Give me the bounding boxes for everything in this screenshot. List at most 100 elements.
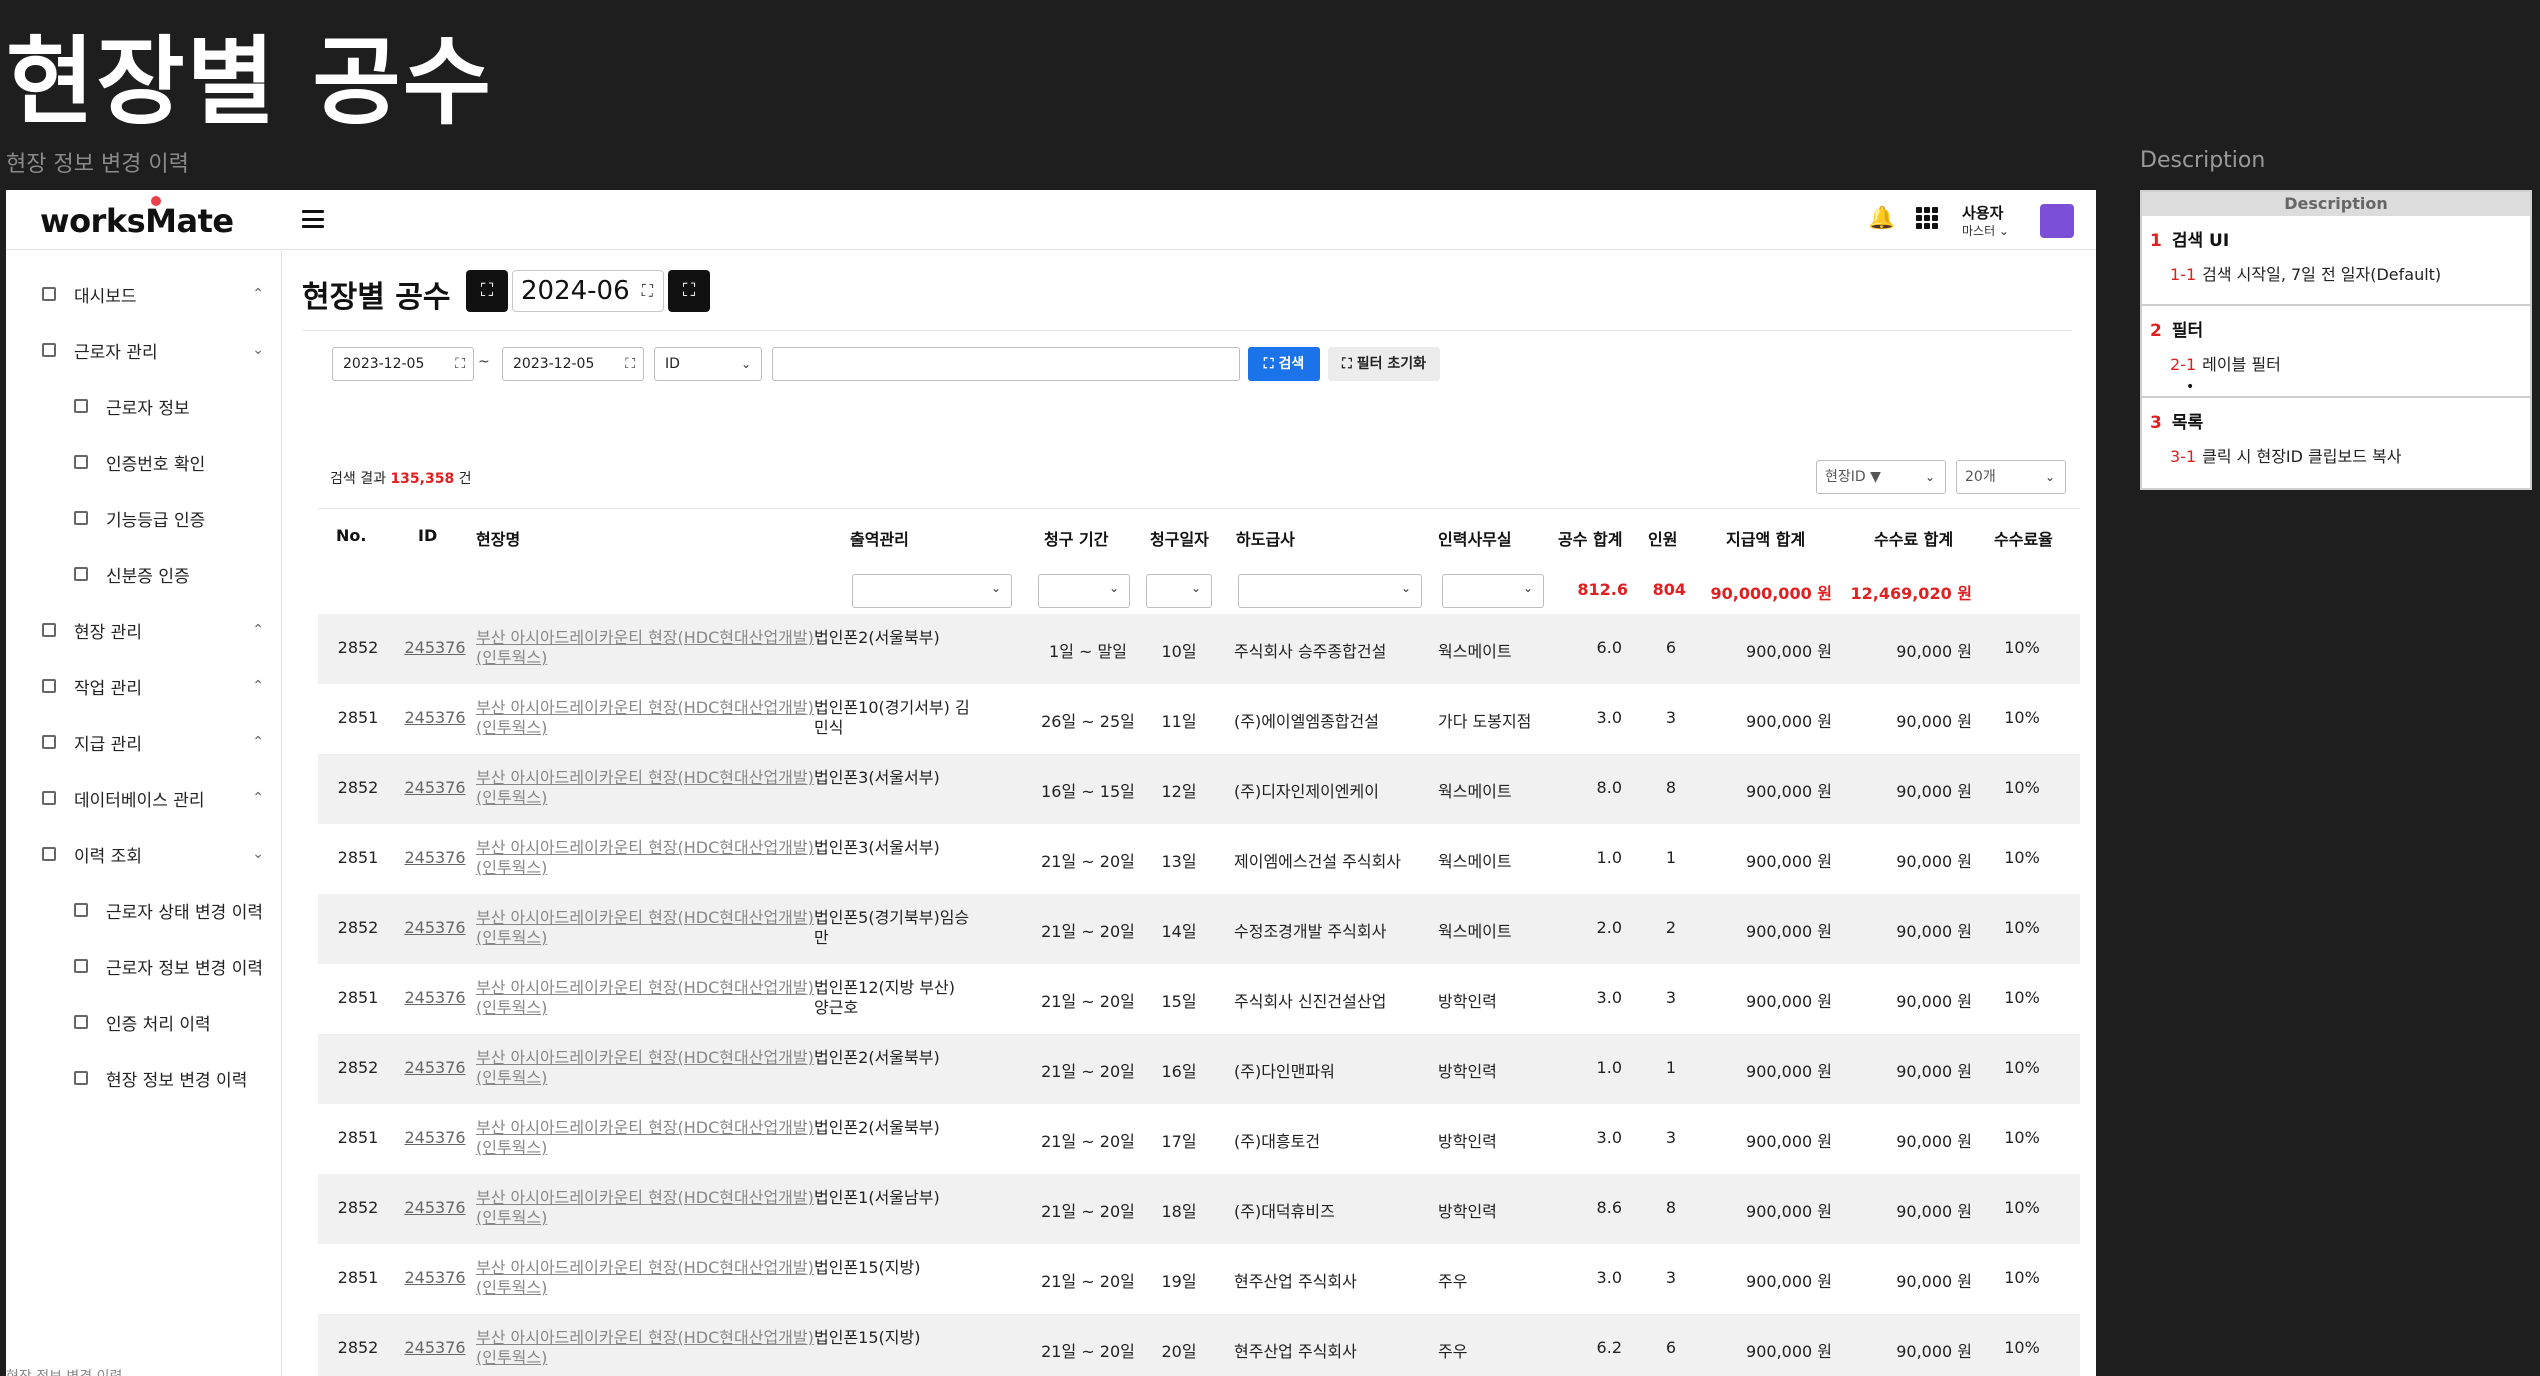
cell-fee: 90,000 원 xyxy=(1896,1272,1972,1291)
user-name[interactable]: 사용자 xyxy=(1962,202,2003,223)
sidebar-item-site-info-history[interactable]: 현장 정보 변경 이력 xyxy=(6,1058,282,1098)
cell-bill-period: 21일 ~ 20일 xyxy=(1041,992,1135,1011)
table-row[interactable]: 2852 245376 부산 아시아드레이카운티 현장(HDC현대산업개발)(인투웍… xyxy=(318,1174,2080,1244)
cell-site-name: 부산 아시아드레이카운티 현장(HDC현대산업개발)(인투웍스) xyxy=(476,628,814,667)
sidebar-item-skill-grade[interactable]: 기능등급 인증 xyxy=(6,498,282,538)
cell-people: 2 xyxy=(1665,918,1676,937)
sidebar-item-dashboard[interactable]: 대시보드 ⌃ xyxy=(6,274,282,314)
col-header-attendance: 출역관리 xyxy=(850,530,909,549)
attendance-filter-select[interactable]: ⌄ xyxy=(852,574,1012,608)
cell-site-id[interactable]: 245376 xyxy=(400,1058,470,1077)
sidebar-item-auth-history[interactable]: 인증 처리 이력 xyxy=(6,1002,282,1042)
search-field-select[interactable]: ID ⌄ xyxy=(654,347,762,381)
bell-icon[interactable]: 🔔 xyxy=(1868,206,1895,232)
sidebar-item-worker-info[interactable]: 근로자 정보 xyxy=(6,386,282,426)
table-row[interactable]: 2852 245376 부산 아시아드레이카운티 현장(HDC현대산업개발)(인투웍… xyxy=(318,1034,2080,1104)
cell-no: 2852 xyxy=(337,638,379,657)
table-row[interactable]: 2852 245376 부산 아시아드레이카운티 현장(HDC현대산업개발)(인투웍… xyxy=(318,614,2080,684)
bill-period-filter-select[interactable]: ⌄ xyxy=(1038,574,1130,608)
cell-attendance: 법인폰2(서울북부) xyxy=(814,1118,940,1137)
cell-site-id[interactable]: 245376 xyxy=(400,1268,470,1287)
chevron-down-icon: ⌄ xyxy=(252,342,264,358)
table-row[interactable]: 2851 245376 부산 아시아드레이카운티 현장(HDC현대산업개발)(인투웍… xyxy=(318,824,2080,894)
cell-fee-rate: 10% xyxy=(2004,778,2040,797)
cell-labor-office: 웍스메이트 xyxy=(1438,852,1512,871)
calendar-icon xyxy=(42,791,56,805)
chevron-up-icon: ⌃ xyxy=(252,622,264,638)
sidebar-item-label: 기능등급 인증 xyxy=(106,510,206,531)
cell-bill-period: 26일 ~ 25일 xyxy=(1041,712,1135,731)
sidebar-item-db-mgmt[interactable]: 데이터베이스 관리 ⌃ xyxy=(6,778,282,818)
end-date-value: 2023-12-05 xyxy=(513,356,595,372)
sidebar-item-worker-status-history[interactable]: 근로자 상태 변경 이력 xyxy=(6,890,282,930)
prev-month-button[interactable]: ⛶ xyxy=(466,270,508,312)
cell-fee-rate: 10% xyxy=(2004,1128,2040,1147)
sidebar-item-worker-mgmt[interactable]: 근로자 관리 ⌄ xyxy=(6,330,282,370)
cell-site-id[interactable]: 245376 xyxy=(400,848,470,867)
subcontractor-filter-select[interactable]: ⌄ xyxy=(1238,574,1422,608)
sidebar-item-history[interactable]: 이력 조회 ⌄ xyxy=(6,834,282,874)
sidebar-item-auth-number[interactable]: 인증번호 확인 xyxy=(6,442,282,482)
page-size-select[interactable]: 20개 ⌄ xyxy=(1956,460,2066,494)
sidebar-item-work-mgmt[interactable]: 작업 관리 ⌃ xyxy=(6,666,282,706)
filter-reset-button[interactable]: ⛶ 필터 초기화 xyxy=(1328,347,1440,381)
avatar[interactable] xyxy=(2040,204,2074,238)
cell-site-id[interactable]: 245376 xyxy=(400,1338,470,1357)
user-role-dropdown[interactable]: 마스터 ⌄ xyxy=(1962,222,2009,239)
table-row[interactable]: 2851 245376 부산 아시아드레이카운티 현장(HDC현대산업개발)(인투웍… xyxy=(318,1104,2080,1174)
table-row[interactable]: 2852 245376 부산 아시아드레이카운티 현장(HDC현대산업개발)(인투웍… xyxy=(318,1314,2080,1376)
cell-site-id[interactable]: 245376 xyxy=(400,1128,470,1147)
cell-attendance: 법인폰5(경기북부)임승만 xyxy=(814,908,970,947)
cell-site-name: 부산 아시아드레이카운티 현장(HDC현대산업개발)(인투웍스) xyxy=(476,978,814,1017)
cell-subcontractor: 현주산업 주식회사 xyxy=(1234,1342,1357,1361)
sidebar-item-label: 인증번호 확인 xyxy=(106,454,206,475)
table-row[interactable]: 2852 245376 부산 아시아드레이카운티 현장(HDC현대산업개발)(인투웍… xyxy=(318,754,2080,824)
cell-paid: 900,000 원 xyxy=(1746,852,1832,871)
sidebar-item-label: 데이터베이스 관리 xyxy=(74,790,205,811)
logo-text-m: M xyxy=(145,202,177,240)
cell-subcontractor: 제이엠에스건설 주식회사 xyxy=(1234,852,1402,871)
chevron-up-icon: ⌃ xyxy=(252,790,264,806)
cell-site-id[interactable]: 245376 xyxy=(400,638,470,657)
cell-site-name: 부산 아시아드레이카운티 현장(HDC현대산업개발)(인투웍스) xyxy=(476,1328,814,1367)
cell-site-id[interactable]: 245376 xyxy=(400,708,470,727)
sort-select[interactable]: 현장ID ▼ ⌄ xyxy=(1816,460,1946,494)
cell-fee-rate: 10% xyxy=(2004,848,2040,867)
cell-site-id[interactable]: 245376 xyxy=(400,988,470,1007)
description-panel: Description 1 검색 UI 1-1 검색 시작일, 7일 전 일자(De… xyxy=(2140,190,2532,490)
search-input[interactable] xyxy=(772,347,1240,381)
sidebar-item-pay-mgmt[interactable]: 지급 관리 ⌃ xyxy=(6,722,282,762)
table-row[interactable]: 2852 245376 부산 아시아드레이카운티 현장(HDC현대산업개발)(인투웍… xyxy=(318,894,2080,964)
chevron-down-icon: ⌄ xyxy=(1522,581,1533,595)
start-date-input[interactable]: 2023-12-05 ⛶ xyxy=(332,347,474,381)
sidebar-item-site-mgmt[interactable]: 현장 관리 ⌃ xyxy=(6,610,282,650)
cell-site-id[interactable]: 245376 xyxy=(400,778,470,797)
table-row[interactable]: 2851 245376 부산 아시아드레이카운티 현장(HDC현대산업개발)(인투웍… xyxy=(318,964,2080,1034)
cell-site-id[interactable]: 245376 xyxy=(400,918,470,937)
table-row[interactable]: 2851 245376 부산 아시아드레이카운티 현장(HDC현대산업개발)(인투웍… xyxy=(318,684,2080,754)
table-row[interactable]: 2851 245376 부산 아시아드레이카운티 현장(HDC현대산업개발)(인투웍… xyxy=(318,1244,2080,1314)
description-item: 2-1 레이블 필터 xyxy=(2170,355,2281,374)
cell-gongsu: 1.0 xyxy=(1596,1058,1622,1077)
sidebar-item-id-auth[interactable]: 신분증 인증 xyxy=(6,554,282,594)
cell-fee: 90,000 원 xyxy=(1896,712,1972,731)
sort-value: 현장ID ▼ xyxy=(1825,469,1881,485)
month-picker[interactable]: 2024-06 ⛶ xyxy=(512,270,664,312)
logo-text-pre: works xyxy=(40,202,146,240)
menu-icon[interactable] xyxy=(302,210,324,228)
cell-gongsu: 6.2 xyxy=(1596,1338,1622,1357)
search-button[interactable]: ⛶ 검색 xyxy=(1248,347,1320,381)
worksmate-logo[interactable]: worksMate xyxy=(40,202,234,240)
labor-office-filter-select[interactable]: ⌄ xyxy=(1442,574,1544,608)
total-people: 804 xyxy=(1652,580,1686,599)
chevron-down-icon: ⌄ xyxy=(990,581,1001,595)
cell-no: 2852 xyxy=(337,1338,379,1357)
bill-date-filter-select[interactable]: ⌄ xyxy=(1146,574,1212,608)
cell-site-id[interactable]: 245376 xyxy=(400,1198,470,1217)
result-count: 검색 결과 135,358 건 xyxy=(330,471,472,487)
cell-bill-date: 19일 xyxy=(1161,1272,1197,1291)
end-date-input[interactable]: 2023-12-05 ⛶ xyxy=(502,347,644,381)
apps-grid-icon[interactable] xyxy=(1916,207,1938,229)
next-month-button[interactable]: ⛶ xyxy=(668,270,710,312)
sidebar-item-worker-info-history[interactable]: 근로자 정보 변경 이력 xyxy=(6,946,282,986)
